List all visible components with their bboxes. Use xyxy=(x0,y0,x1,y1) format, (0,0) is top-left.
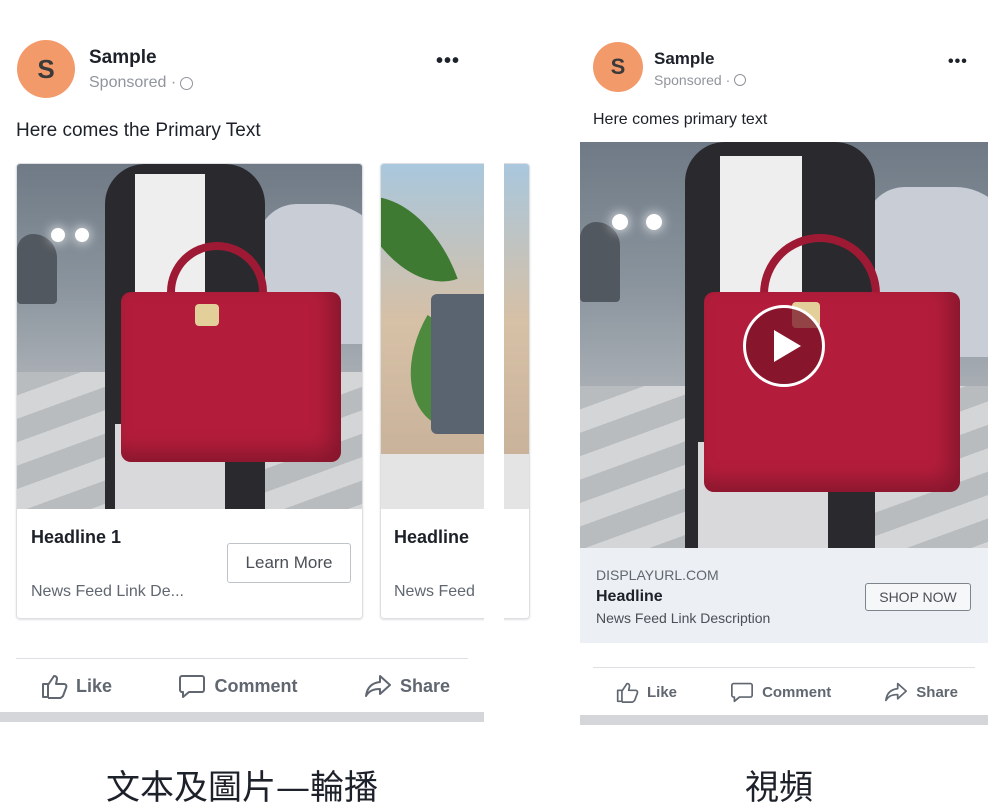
like-icon xyxy=(42,675,68,699)
card-description-2: News Feed xyxy=(394,583,475,600)
action-bar: Like Comment Share xyxy=(615,678,958,706)
primary-text: Here comes the Primary Text xyxy=(16,120,261,141)
product-image-2 xyxy=(381,164,529,511)
carousel-clip xyxy=(484,150,504,630)
image-light xyxy=(646,214,662,230)
image-leaf xyxy=(381,175,458,303)
learn-more-button[interactable]: Learn More xyxy=(227,543,351,583)
carousel-caption: 文本及圖片—輪播 xyxy=(106,768,378,808)
product-image xyxy=(17,164,362,511)
carousel-card-1[interactable]: Headline 1 News Feed Link De... Learn Mo… xyxy=(16,163,363,619)
more-icon[interactable]: ••• xyxy=(436,50,460,73)
image-car xyxy=(17,234,57,304)
globe-icon xyxy=(180,76,194,90)
card-headline-2: Headline xyxy=(394,527,470,547)
card-description: News Feed Link De... xyxy=(31,583,184,600)
sponsored-text: Sponsored · xyxy=(654,72,731,88)
carousel-ad-preview: S Sample Sponsored · ••• Here comes the … xyxy=(0,0,530,808)
image-bag xyxy=(704,292,960,492)
comment-icon xyxy=(179,675,206,698)
share-button[interactable]: Share xyxy=(884,681,958,703)
sponsored-label: Sponsored · xyxy=(89,74,194,92)
image-light xyxy=(51,228,65,242)
image-bag xyxy=(121,292,341,462)
page-avatar[interactable]: S xyxy=(17,40,75,98)
feed-separator xyxy=(580,715,988,725)
card-body-2: Headline News Feed xyxy=(381,509,529,618)
display-url: DISPLAYURL.COM xyxy=(596,567,719,583)
share-label: Share xyxy=(399,675,450,696)
image-light xyxy=(75,228,89,242)
like-label: Like xyxy=(76,675,113,696)
shop-now-button[interactable]: SHOP NOW xyxy=(865,583,971,611)
comment-button[interactable]: Comment xyxy=(730,681,831,703)
share-button[interactable]: Share xyxy=(364,673,450,699)
feed-separator xyxy=(0,712,484,722)
globe-icon xyxy=(734,74,747,86)
carousel-card-2[interactable]: Headline News Feed xyxy=(380,163,530,619)
like-icon xyxy=(616,682,639,703)
play-icon xyxy=(774,330,801,362)
comment-button[interactable]: Comment xyxy=(178,673,298,699)
comment-icon xyxy=(731,682,754,703)
comment-label: Comment xyxy=(762,683,832,701)
share-label: Share xyxy=(916,683,958,701)
image-car xyxy=(580,222,620,302)
action-divider xyxy=(593,667,975,668)
primary-text: Here comes primary text xyxy=(593,111,768,128)
image-bag-lock xyxy=(195,304,219,326)
card-headline: Headline 1 xyxy=(31,527,122,547)
page-avatar[interactable]: S xyxy=(593,42,643,92)
comment-label: Comment xyxy=(214,675,298,696)
page-name[interactable]: Sample xyxy=(654,49,714,69)
video-link-footer[interactable]: DISPLAYURL.COM Headline News Feed Link D… xyxy=(580,548,988,643)
like-button[interactable]: Like xyxy=(615,681,677,703)
like-label: Like xyxy=(647,683,678,701)
sponsored-label: Sponsored · xyxy=(654,72,747,88)
image-light xyxy=(612,214,628,230)
share-icon xyxy=(885,682,908,702)
action-divider xyxy=(16,658,468,659)
video-headline: Headline xyxy=(596,588,663,605)
video-ad-preview: S Sample Sponsored · ••• Here comes prim… xyxy=(560,0,998,808)
card-body: Headline 1 News Feed Link De... Learn Mo… xyxy=(17,509,362,618)
more-icon[interactable]: ••• xyxy=(948,53,968,71)
share-icon xyxy=(364,675,391,697)
video-description: News Feed Link Description xyxy=(596,610,771,626)
action-bar: Like Comment Share xyxy=(40,670,450,702)
sponsored-text: Sponsored · xyxy=(89,74,177,91)
page-name[interactable]: Sample xyxy=(89,47,157,69)
play-button[interactable] xyxy=(743,305,825,387)
like-button[interactable]: Like xyxy=(40,673,112,699)
image-floor-2 xyxy=(381,454,529,511)
video-thumbnail[interactable] xyxy=(580,142,988,548)
video-caption: 視頻 xyxy=(745,768,813,808)
